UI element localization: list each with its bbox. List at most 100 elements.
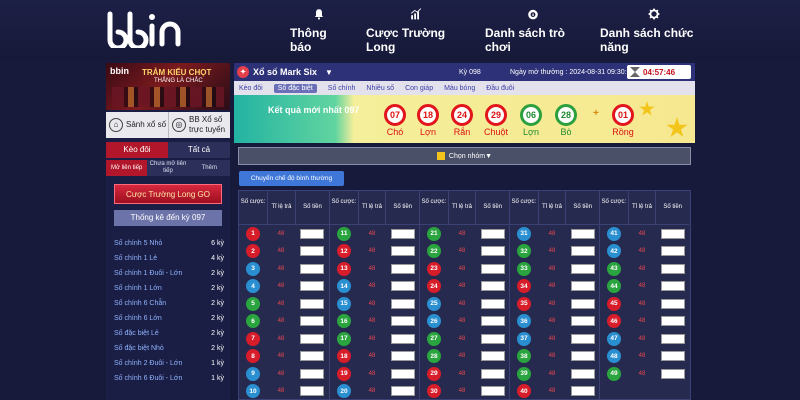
number-ball[interactable]: 17 — [337, 331, 351, 346]
number-ball[interactable]: 35 — [517, 296, 531, 311]
number-ball[interactable]: 8 — [246, 349, 260, 364]
number-ball[interactable]: 49 — [607, 366, 621, 381]
number-ball[interactable]: 47 — [607, 331, 621, 346]
number-ball[interactable]: 27 — [427, 331, 441, 346]
amount-input[interactable] — [661, 228, 685, 239]
amount-input[interactable] — [661, 263, 685, 274]
nav-notifications[interactable]: Thông báo — [290, 8, 348, 54]
number-ball[interactable]: 48 — [607, 349, 621, 364]
amount-input[interactable] — [481, 263, 505, 274]
amount-input[interactable] — [571, 333, 595, 344]
amount-input[interactable] — [571, 298, 595, 309]
number-ball[interactable]: 3 — [246, 261, 260, 276]
number-ball[interactable]: 4 — [246, 279, 260, 294]
amount-input[interactable] — [391, 298, 415, 309]
stat-row[interactable]: Số chính 2 Đuôi - Lớn 1 kỳ — [114, 360, 224, 375]
number-ball[interactable]: 20 — [337, 384, 351, 399]
number-ball[interactable]: 37 — [517, 331, 531, 346]
number-ball[interactable]: 16 — [337, 314, 351, 329]
stat-row[interactable]: Số chính 1 Đuôi - Lớn 2 kỳ — [114, 270, 224, 285]
number-ball[interactable]: 2 — [246, 244, 260, 259]
game-title[interactable]: Xổ số Mark Six — [253, 67, 317, 77]
amount-input[interactable] — [300, 316, 324, 327]
amount-input[interactable] — [571, 316, 595, 327]
amount-input[interactable] — [571, 228, 595, 239]
amount-input[interactable] — [481, 316, 505, 327]
number-ball[interactable]: 24 — [427, 279, 441, 294]
amount-input[interactable] — [661, 368, 685, 379]
game-subtab[interactable]: Số chính — [328, 85, 356, 92]
amount-input[interactable] — [481, 298, 505, 309]
nav-long-bet[interactable]: Cược Trường Long — [366, 8, 466, 54]
number-ball[interactable]: 40 — [517, 384, 531, 399]
number-ball[interactable]: 6 — [246, 314, 260, 329]
amount-input[interactable] — [391, 368, 415, 379]
amount-input[interactable] — [661, 246, 685, 257]
amount-input[interactable] — [391, 246, 415, 257]
game-subtab[interactable]: Con giáp — [405, 85, 433, 92]
amount-input[interactable] — [300, 351, 324, 362]
number-ball[interactable]: 32 — [517, 244, 531, 259]
amount-input[interactable] — [300, 263, 324, 274]
game-subtab[interactable]: Kèo đôi — [239, 85, 263, 92]
amount-input[interactable] — [481, 351, 505, 362]
group-select-button[interactable]: Chọn nhóm ▼ — [238, 147, 691, 165]
number-ball[interactable]: 34 — [517, 279, 531, 294]
amount-input[interactable] — [571, 368, 595, 379]
number-ball[interactable]: 1 — [246, 226, 260, 241]
number-ball[interactable]: 28 — [427, 349, 441, 364]
amount-input[interactable] — [571, 386, 595, 397]
number-ball[interactable]: 46 — [607, 314, 621, 329]
number-ball[interactable]: 14 — [337, 279, 351, 294]
chevron-down-icon[interactable]: ▼ — [325, 68, 333, 77]
amount-input[interactable] — [300, 333, 324, 344]
number-ball[interactable]: 15 — [337, 296, 351, 311]
number-ball[interactable]: 44 — [607, 279, 621, 294]
amount-input[interactable] — [391, 316, 415, 327]
amount-input[interactable] — [661, 316, 685, 327]
stat-row[interactable]: Số chính 6 Chẵn 2 kỳ — [114, 300, 224, 315]
amount-input[interactable] — [571, 281, 595, 292]
number-ball[interactable]: 11 — [337, 226, 351, 241]
number-ball[interactable]: 45 — [607, 296, 621, 311]
amount-input[interactable] — [571, 351, 595, 362]
amount-input[interactable] — [391, 263, 415, 274]
subtab-consecutive[interactable]: Mở liên tiếp — [106, 160, 148, 176]
game-subtab[interactable]: Đầu đuôi — [486, 85, 514, 92]
amount-input[interactable] — [300, 368, 324, 379]
number-ball[interactable]: 41 — [607, 226, 621, 241]
number-ball[interactable]: 42 — [607, 244, 621, 259]
bb-online-lottery-button[interactable]: ◎ BB Xổ số trực tuyến — [168, 112, 230, 138]
amount-input[interactable] — [481, 246, 505, 257]
number-ball[interactable]: 10 — [246, 384, 260, 399]
number-ball[interactable]: 12 — [337, 244, 351, 259]
number-ball[interactable]: 9 — [246, 366, 260, 381]
amount-input[interactable] — [661, 333, 685, 344]
subtab-more[interactable]: Thêm — [189, 160, 230, 176]
stat-row[interactable]: Số chính 6 Lớn 2 kỳ — [114, 315, 224, 330]
number-ball[interactable]: 13 — [337, 261, 351, 276]
amount-input[interactable] — [481, 386, 505, 397]
amount-input[interactable] — [571, 246, 595, 257]
amount-input[interactable] — [481, 333, 505, 344]
number-ball[interactable]: 23 — [427, 261, 441, 276]
number-ball[interactable]: 38 — [517, 349, 531, 364]
stat-row[interactable]: Số chính 1 Lớn 2 kỳ — [114, 285, 224, 300]
amount-input[interactable] — [391, 386, 415, 397]
number-ball[interactable]: 21 — [427, 226, 441, 241]
number-ball[interactable]: 19 — [337, 366, 351, 381]
amount-input[interactable] — [481, 368, 505, 379]
nav-game-list[interactable]: 8 Danh sách trò chơi — [485, 8, 581, 54]
amount-input[interactable] — [391, 351, 415, 362]
stat-row[interactable]: Số chính 6 Đuôi - Lớn 1 kỳ — [114, 375, 224, 390]
bbin-logo[interactable] — [104, 10, 190, 48]
tab-double-bet[interactable]: Kèo đôi — [106, 142, 168, 158]
amount-input[interactable] — [300, 246, 324, 257]
game-subtab[interactable]: Nhiều số — [366, 85, 394, 92]
nav-function-list[interactable]: Danh sách chức năng — [600, 8, 708, 54]
number-ball[interactable]: 43 — [607, 261, 621, 276]
amount-input[interactable] — [571, 263, 595, 274]
number-ball[interactable]: 7 — [246, 331, 260, 346]
lottery-lobby-button[interactable]: ⌂ Sảnh xổ số — [106, 112, 168, 138]
stat-row[interactable]: Số đặc biệt Nhỏ 2 kỳ — [114, 345, 224, 360]
